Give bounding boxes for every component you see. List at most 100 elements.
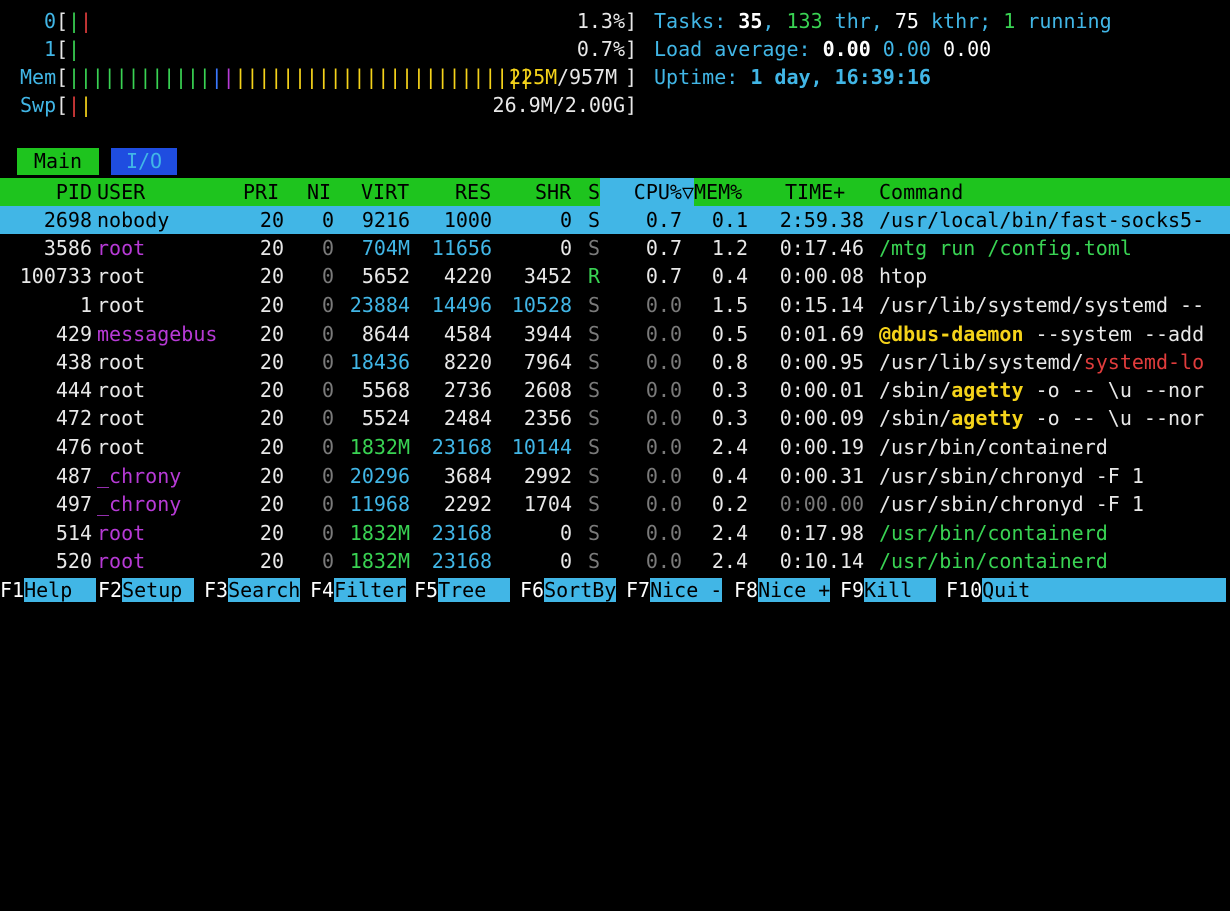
table-row[interactable]: 476 root 20 0 1832M 23168 10144 S 0.0 2.… xyxy=(0,433,1230,461)
f9-kill-button[interactable]: F9Kill xyxy=(840,576,937,604)
virt-cell: 11968 xyxy=(349,492,410,516)
virt-cell: 5524 xyxy=(361,406,410,430)
uptime-value: 1 day, 16:39:16 xyxy=(750,65,931,89)
virt-cell: 5652 xyxy=(361,264,410,288)
f7-nice-minus-button[interactable]: F7Nice - xyxy=(626,576,723,604)
mem-cell: 2.4 xyxy=(711,435,748,459)
pid-cell: 444 xyxy=(55,378,92,402)
state-cell: S xyxy=(588,435,601,459)
f10-quit-button[interactable]: F10Quit xyxy=(946,576,1227,604)
f4-label: Filter xyxy=(334,578,407,602)
col-command[interactable]: Command xyxy=(879,178,963,206)
mem-close: ] xyxy=(625,65,638,89)
table-row[interactable]: 497 _chrony 20 0 11968 2292 1704 S 0.0 0… xyxy=(0,490,1230,518)
f6-sortby-button[interactable]: F6SortBy xyxy=(520,576,617,604)
column-header-row: PID USER PRI NI VIRT RES SHR S CPU%▽ MEM… xyxy=(0,178,1230,206)
f4-filter-button[interactable]: F4Filter xyxy=(310,576,407,604)
f2-key: F2 xyxy=(98,578,123,602)
virt-cell: 704M xyxy=(361,236,410,260)
cpu-cell: 0.0 xyxy=(645,378,682,402)
table-row[interactable]: 429 messagebus 20 0 8644 4584 3944 S 0.0… xyxy=(0,320,1230,348)
running-label: running xyxy=(1015,9,1112,33)
pid-cell: 520 xyxy=(55,549,92,573)
time-cell: 0:00.19 xyxy=(779,435,864,459)
f7-label: Nice - xyxy=(650,578,723,602)
f1-key: F1 xyxy=(0,578,25,602)
res-cell: 2292 xyxy=(443,492,492,516)
mem-label: Mem xyxy=(20,65,57,89)
mem-cell: 2.4 xyxy=(711,549,748,573)
f3-search-button[interactable]: F3Search xyxy=(204,576,301,604)
cpu0-close: ] xyxy=(625,9,638,33)
f2-setup-button[interactable]: F2Setup xyxy=(98,576,195,604)
cpu0-label: 0 xyxy=(44,9,57,33)
command-basename: systemd-lo xyxy=(1083,350,1205,374)
state-cell: S xyxy=(588,464,601,488)
res-cell: 11656 xyxy=(431,236,492,260)
col-time[interactable]: TIME+ xyxy=(785,178,845,206)
table-row[interactable]: 3586 root 20 0 704M 11656 0 S 0.7 1.2 0:… xyxy=(0,234,1230,262)
cpu0-open: [ xyxy=(56,9,69,33)
shr-cell: 3944 xyxy=(523,322,572,346)
cpu-cell: 0.7 xyxy=(645,208,682,232)
table-row[interactable]: 444 root 20 0 5568 2736 2608 S 0.0 0.3 0… xyxy=(0,376,1230,404)
mem-cell: 0.2 xyxy=(711,492,748,516)
table-row[interactable]: 1 root 20 0 23884 14496 10528 S 0.0 1.5 … xyxy=(0,291,1230,319)
tab-io[interactable]: I/O xyxy=(111,148,177,175)
table-row[interactable]: 2698 nobody 20 0 9216 1000 0 S 0.7 0.1 2… xyxy=(0,206,1230,234)
pid-cell: 2698 xyxy=(43,208,92,232)
pid-cell: 429 xyxy=(55,322,92,346)
tab-main[interactable]: Main xyxy=(17,148,99,175)
f1-help-button[interactable]: F1Help xyxy=(0,576,97,604)
virt-cell: 5568 xyxy=(361,378,410,402)
col-pid[interactable]: PID xyxy=(0,178,92,206)
load-15: 0.00 xyxy=(943,37,992,61)
col-virt[interactable]: VIRT xyxy=(361,178,409,206)
kthreads-count: 75 xyxy=(894,9,919,33)
f8-nice-plus-button[interactable]: F8Nice + xyxy=(734,576,831,604)
time-cell: 0:00.01 xyxy=(779,378,864,402)
f1-label: Help xyxy=(24,578,97,602)
col-user[interactable]: USER xyxy=(97,178,145,206)
shr-cell: 2608 xyxy=(523,378,572,402)
cpu0-bars: || xyxy=(68,9,93,33)
command-cell: htop xyxy=(879,264,928,288)
state-cell: S xyxy=(588,208,601,232)
col-state[interactable]: S xyxy=(588,178,600,206)
cpu-cell: 0.0 xyxy=(645,350,682,374)
mem-cell: 1.2 xyxy=(711,236,748,260)
virt-cell: 9216 xyxy=(361,208,410,232)
state-cell: S xyxy=(588,236,601,260)
cpu0-meter: 0 [ || 1.3% ] xyxy=(0,7,640,35)
col-cpu[interactable]: CPU%▽ xyxy=(600,178,694,206)
mem-bars: ||||||||||||||||||||||||||||||||||||||| xyxy=(68,65,532,89)
table-row[interactable]: 100733 root 20 0 5652 4220 3452 R 0.7 0.… xyxy=(0,262,1230,290)
tasks-comma: , xyxy=(762,9,787,33)
f5-tree-button[interactable]: F5Tree xyxy=(414,576,511,604)
table-row[interactable]: 520 root 20 0 1832M 23168 0 S 0.0 2.4 0:… xyxy=(0,547,1230,575)
col-res[interactable]: RES xyxy=(455,178,491,206)
threads-count: 133 xyxy=(786,9,823,33)
cpu-cell: 0.0 xyxy=(645,322,682,346)
time-cell: 0:01.69 xyxy=(779,322,864,346)
state-cell: S xyxy=(588,378,601,402)
col-shr[interactable]: SHR xyxy=(535,178,571,206)
table-row[interactable]: 514 root 20 0 1832M 23168 0 S 0.0 2.4 0:… xyxy=(0,519,1230,547)
res-cell: 23168 xyxy=(431,521,492,545)
load-1: 0.00 xyxy=(822,37,871,61)
command-args: --system --add xyxy=(1023,322,1205,346)
table-row[interactable]: 487 _chrony 20 0 20296 3684 2992 S 0.0 0… xyxy=(0,462,1230,490)
col-pri[interactable]: PRI xyxy=(243,178,279,206)
cpu-cell: 0.0 xyxy=(645,464,682,488)
f3-key: F3 xyxy=(204,578,229,602)
tasks-meter: Tasks: 35, 133 thr, 75 kthr; 1 running xyxy=(654,7,1112,35)
ni-cell: 0 xyxy=(321,549,334,573)
pid-cell: 497 xyxy=(55,492,92,516)
table-row[interactable]: 472 root 20 0 5524 2484 2356 S 0.0 0.3 0… xyxy=(0,404,1230,432)
user-cell: root xyxy=(97,521,146,545)
col-ni[interactable]: NI xyxy=(307,178,331,206)
pri-cell: 20 xyxy=(259,378,284,402)
res-cell: 8220 xyxy=(443,350,492,374)
col-mem[interactable]: MEM% xyxy=(694,178,742,206)
table-row[interactable]: 438 root 20 0 18436 8220 7964 S 0.0 0.8 … xyxy=(0,348,1230,376)
